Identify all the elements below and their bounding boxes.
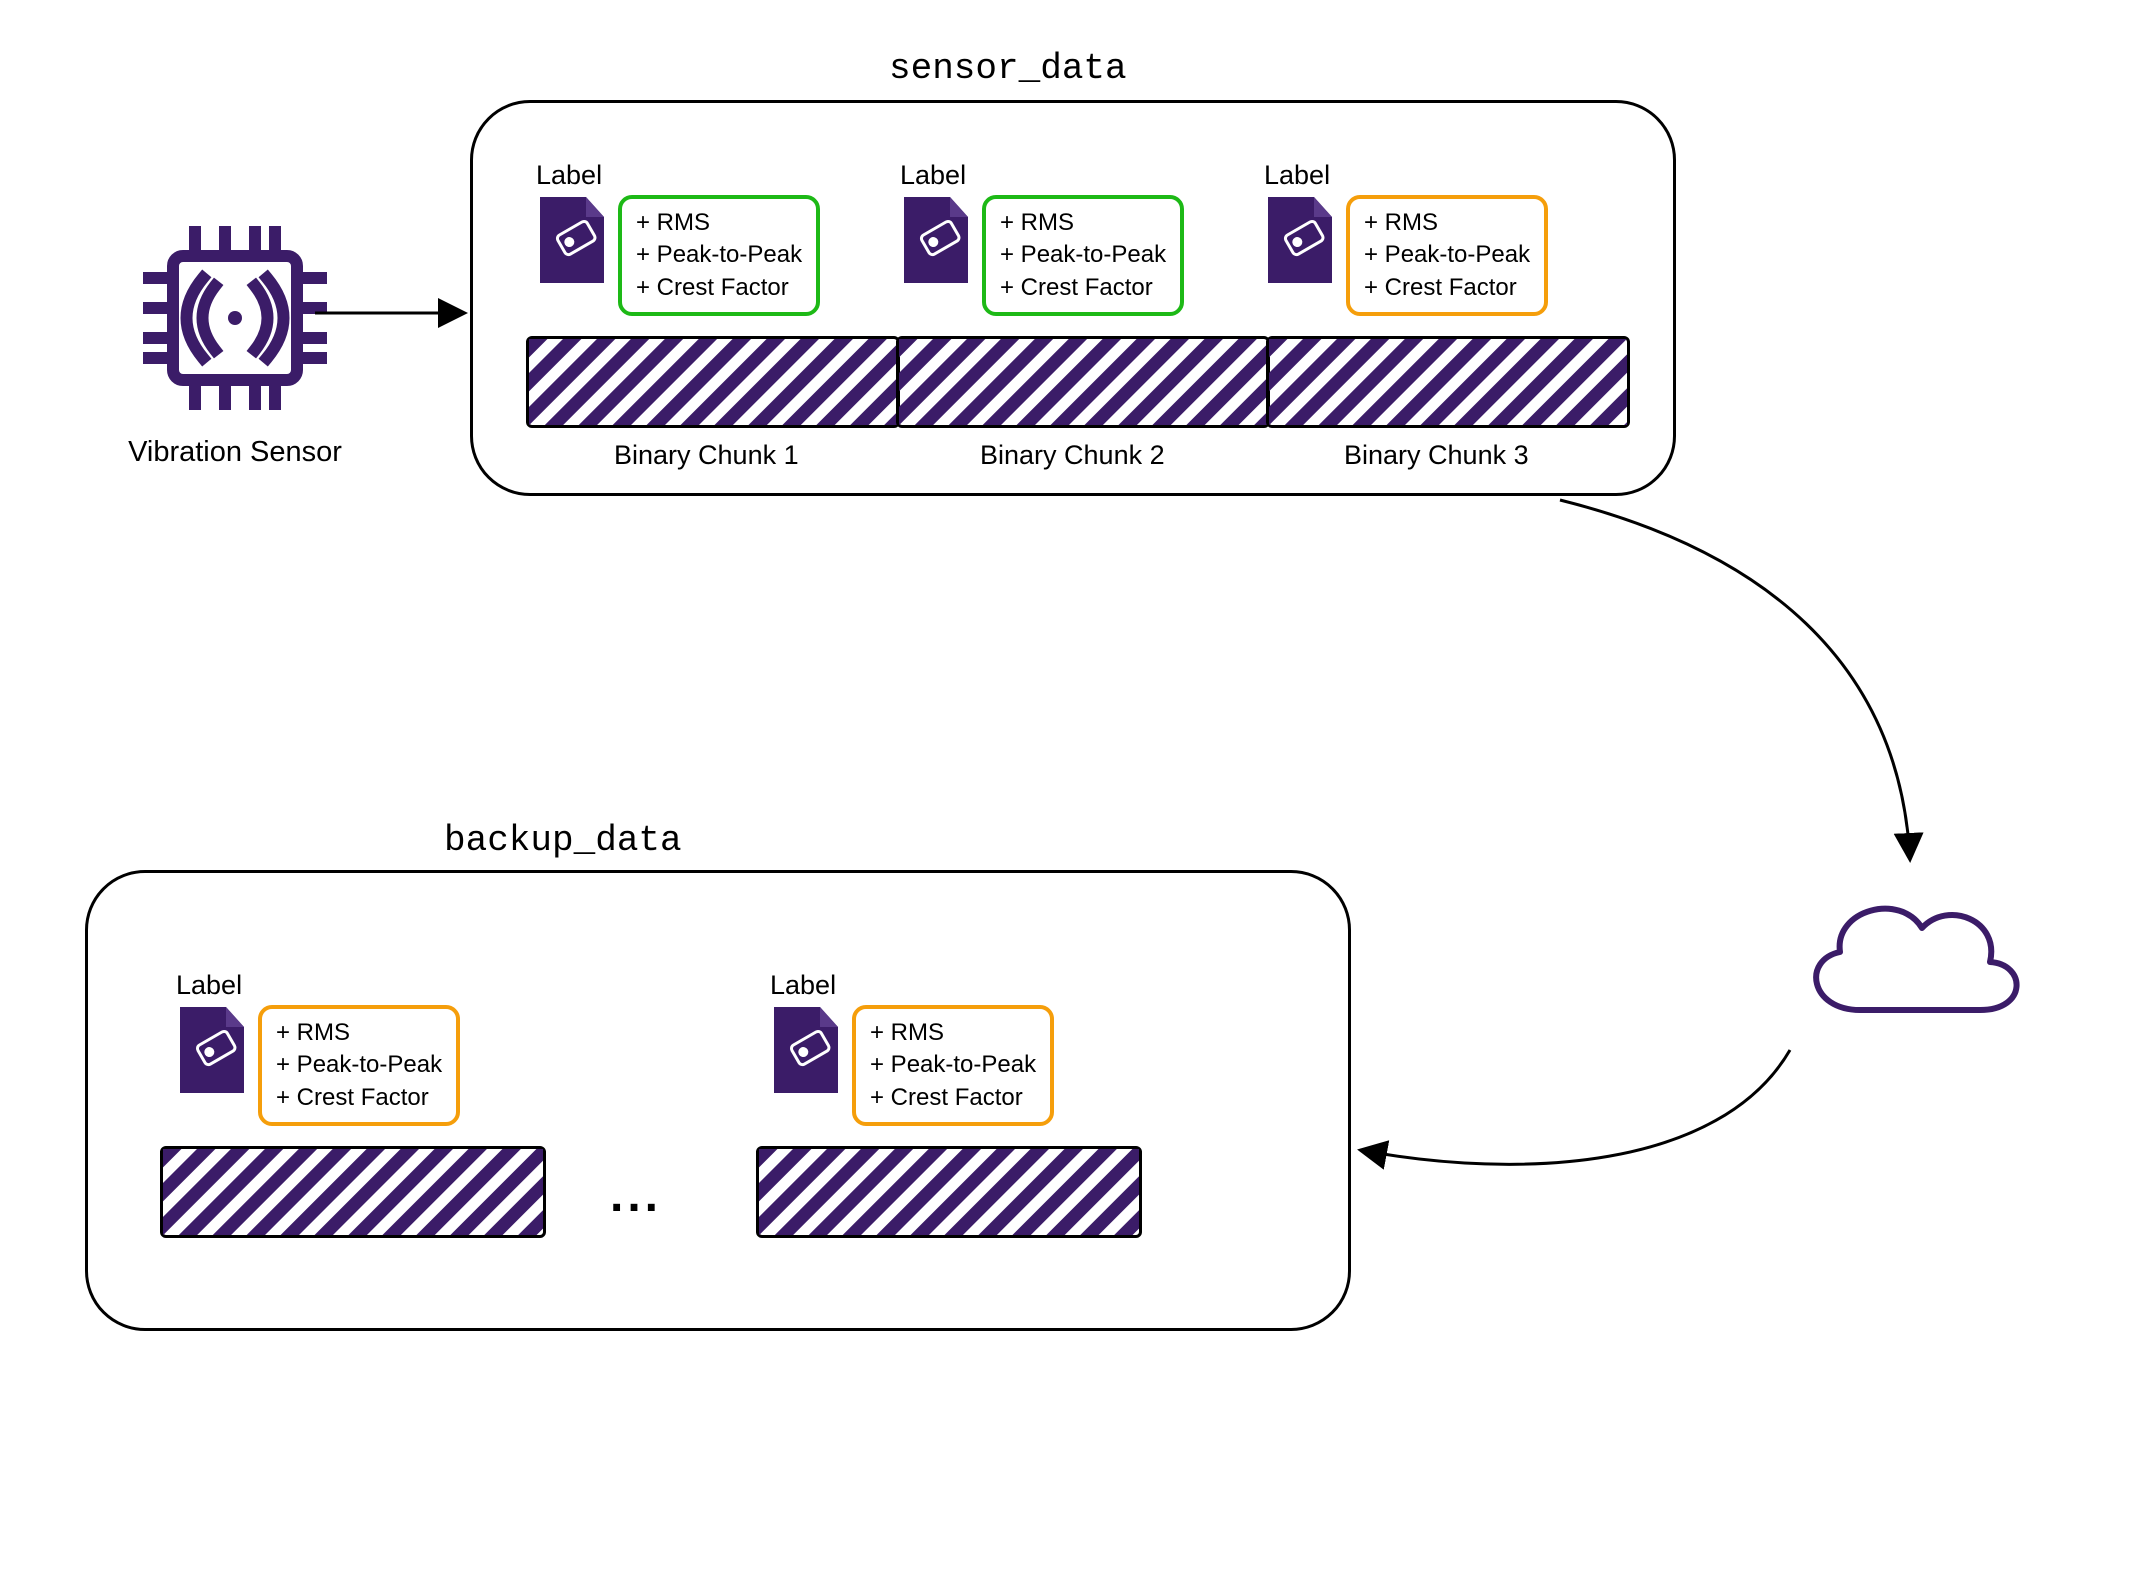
sensor-data-title: sensor_data <box>875 48 1141 89</box>
file-label-icon <box>536 195 608 285</box>
binary-chunk-1-bar <box>526 336 900 428</box>
binary-chunk-3-bar <box>1266 336 1630 428</box>
vibration-sensor: Vibration Sensor <box>110 218 360 469</box>
chunk-2-label-word: Label <box>900 160 1180 191</box>
chunk-3-metrics: + RMS + Peak-to-Peak + Crest Factor <box>1346 195 1548 316</box>
file-label-icon <box>770 1005 842 1095</box>
backup-chunk-2-metrics: + RMS + Peak-to-Peak + Crest Factor <box>852 1005 1054 1126</box>
file-label-icon <box>900 195 972 285</box>
ellipsis: ... <box>610 1168 662 1223</box>
backup-data-title: backup_data <box>430 820 696 861</box>
backup-bar-2 <box>756 1146 1142 1238</box>
chunk-2: Label + RMS + Peak-to-Peak + Crest Facto… <box>900 160 1180 316</box>
binary-chunk-2-bar <box>896 336 1270 428</box>
cloud-icon <box>1790 870 2030 1040</box>
chunk-1-label-word: Label <box>536 160 816 191</box>
arrow-data-to-cloud <box>1500 490 2000 900</box>
backup-chunk-1-metrics: + RMS + Peak-to-Peak + Crest Factor <box>258 1005 460 1126</box>
arrow-sensor-to-data <box>310 293 480 333</box>
file-label-icon <box>176 1005 248 1095</box>
chunk-3: Label + RMS + Peak-to-Peak + Crest Facto… <box>1264 160 1544 316</box>
arrow-cloud-to-backup <box>1340 1030 1810 1230</box>
chunk-1: Label + RMS + Peak-to-Peak + Crest Facto… <box>536 160 816 316</box>
chunk-1-caption: Binary Chunk 1 <box>614 440 799 471</box>
vibration-sensor-label: Vibration Sensor <box>110 436 360 469</box>
chunk-1-metrics: + RMS + Peak-to-Peak + Crest Factor <box>618 195 820 316</box>
chunk-2-caption: Binary Chunk 2 <box>980 440 1165 471</box>
chunk-3-caption: Binary Chunk 3 <box>1344 440 1529 471</box>
sensor-chip-icon <box>135 218 335 418</box>
backup-chunk-2: Label + RMS + Peak-to-Peak + Crest Facto… <box>770 970 1050 1126</box>
chunk-2-metrics: + RMS + Peak-to-Peak + Crest Factor <box>982 195 1184 316</box>
chunk-3-label-word: Label <box>1264 160 1544 191</box>
backup-bar-1 <box>160 1146 546 1238</box>
file-label-icon <box>1264 195 1336 285</box>
backup-chunk-1: Label + RMS + Peak-to-Peak + Crest Facto… <box>176 970 456 1126</box>
